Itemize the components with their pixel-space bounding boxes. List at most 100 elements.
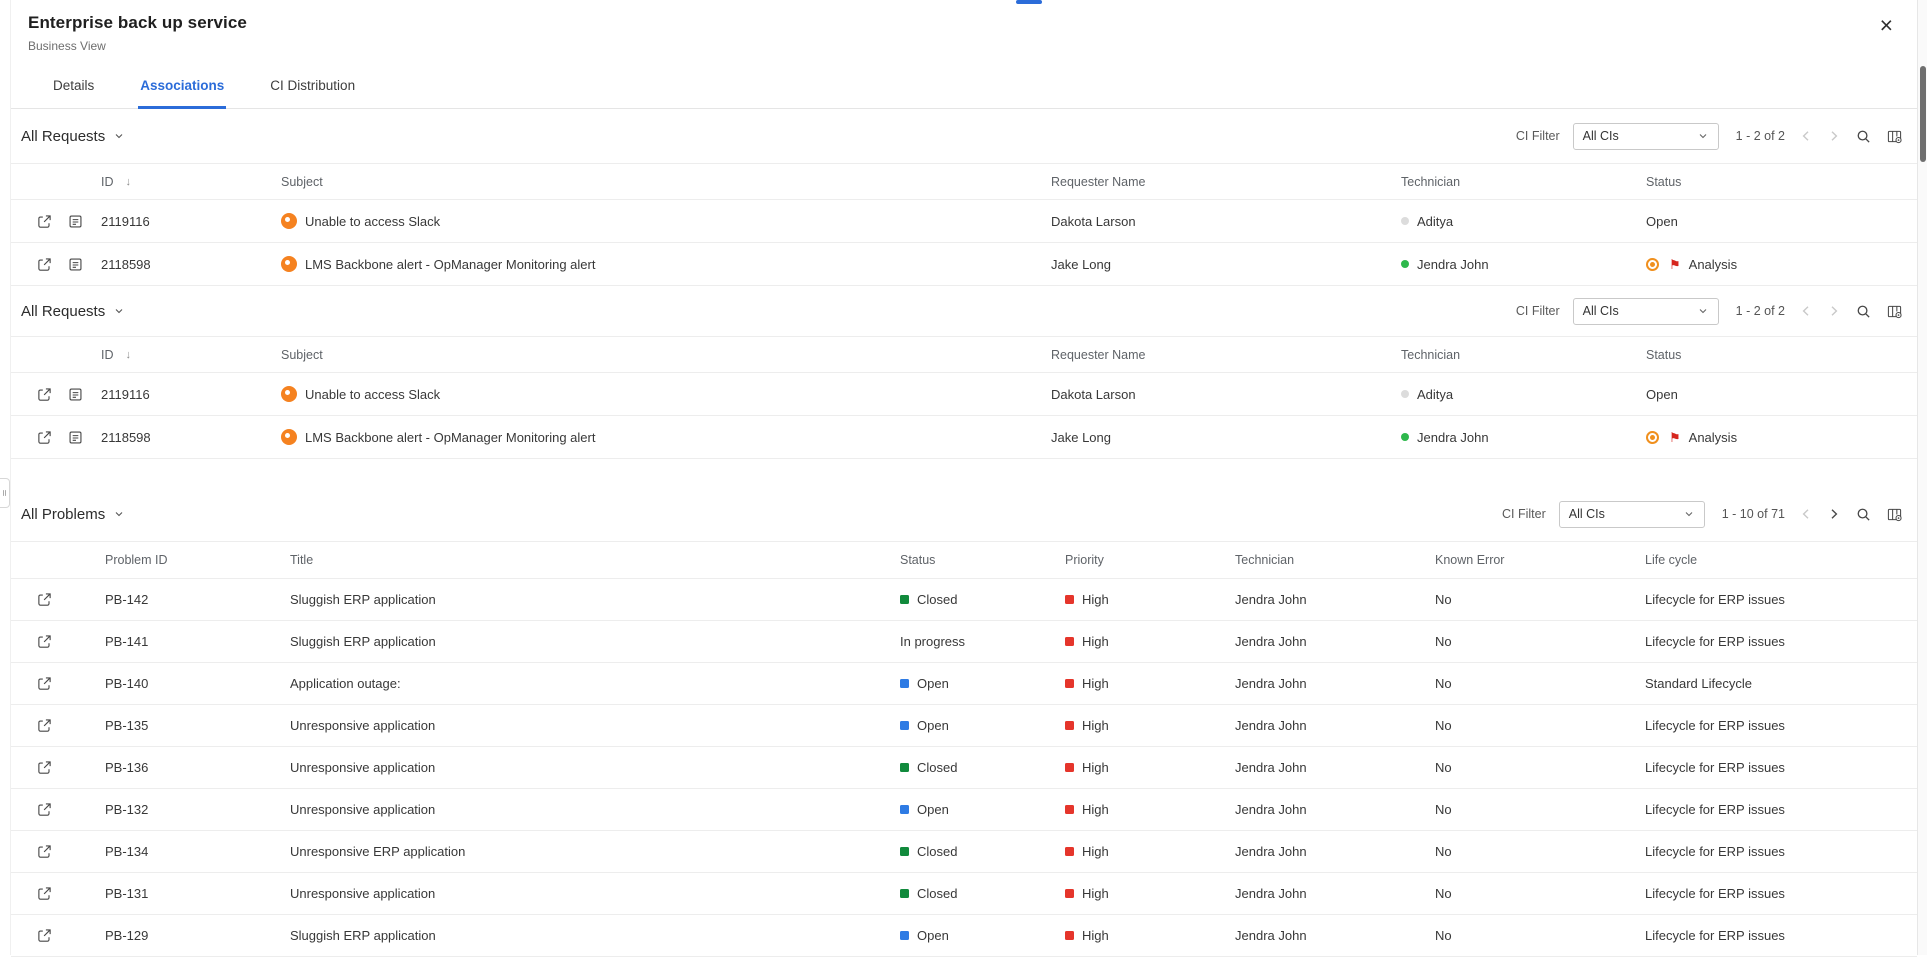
- open-in-new-icon[interactable]: [35, 801, 53, 819]
- request-row[interactable]: 2118598 LMS Backbone alert - OpManager M…: [11, 416, 1917, 459]
- request-subject: Unable to access Slack: [305, 214, 440, 229]
- next-page-icon[interactable]: [1826, 304, 1841, 319]
- open-in-new-icon[interactable]: [35, 675, 53, 693]
- chevron-down-icon: [1697, 305, 1709, 317]
- panel-collapse-handle[interactable]: [0, 478, 10, 508]
- chevron-down-icon: [113, 508, 125, 520]
- search-icon[interactable]: [1854, 302, 1872, 320]
- column-chooser-icon[interactable]: [1885, 505, 1903, 523]
- open-in-new-icon[interactable]: [35, 255, 53, 273]
- row-actions: [35, 591, 105, 609]
- open-in-new-icon[interactable]: [35, 717, 53, 735]
- request-details-icon[interactable]: [66, 428, 84, 446]
- technician-name: Jendra John: [1417, 257, 1489, 272]
- column-header-subject[interactable]: Subject: [281, 348, 1051, 362]
- request-details-icon[interactable]: [66, 212, 84, 230]
- problem-title: Unresponsive application: [290, 760, 900, 775]
- requester-name: Dakota Larson: [1051, 387, 1401, 402]
- problem-priority: High: [1082, 928, 1109, 943]
- column-header-title[interactable]: Title: [290, 553, 900, 567]
- problem-row[interactable]: PB-132 Unresponsive application Open Hig…: [11, 789, 1917, 831]
- all-requests-section-2: All Requests CI Filter All CIs 1 - 2 of …: [11, 286, 1917, 459]
- request-id: 2119116: [101, 387, 281, 402]
- prev-page-icon[interactable]: [1798, 129, 1813, 144]
- column-header-id[interactable]: ID↓: [101, 348, 281, 362]
- open-in-new-icon[interactable]: [35, 428, 53, 446]
- technician-name: Jendra John: [1417, 430, 1489, 445]
- problem-id: PB-142: [105, 592, 290, 607]
- column-header-requester[interactable]: Requester Name: [1051, 175, 1401, 189]
- prev-page-icon[interactable]: [1798, 304, 1813, 319]
- ci-filter-select[interactable]: All CIs: [1573, 123, 1719, 150]
- open-in-new-icon[interactable]: [35, 385, 53, 403]
- ci-filter-select[interactable]: All CIs: [1559, 501, 1705, 528]
- requests-section-dropdown[interactable]: All Requests: [21, 128, 125, 145]
- open-in-new-icon[interactable]: [35, 843, 53, 861]
- problems-section-dropdown[interactable]: All Problems: [21, 506, 125, 523]
- problem-row[interactable]: PB-134 Unresponsive ERP application Clos…: [11, 831, 1917, 873]
- open-in-new-icon[interactable]: [35, 212, 53, 230]
- problem-row[interactable]: PB-131 Unresponsive application Closed H…: [11, 873, 1917, 915]
- column-header-requester[interactable]: Requester Name: [1051, 348, 1401, 362]
- requester-name: Jake Long: [1051, 257, 1401, 272]
- tab-associations[interactable]: Associations: [138, 68, 226, 109]
- column-header-technician[interactable]: Technician: [1235, 553, 1435, 567]
- known-error: No: [1435, 592, 1645, 607]
- open-in-new-icon[interactable]: [35, 885, 53, 903]
- row-actions: [35, 759, 105, 777]
- column-header-technician[interactable]: Technician: [1401, 175, 1646, 189]
- open-in-new-icon[interactable]: [35, 927, 53, 945]
- problem-row[interactable]: PB-135 Unresponsive application Open Hig…: [11, 705, 1917, 747]
- column-header-subject[interactable]: Subject: [281, 175, 1051, 189]
- life-cycle: Lifecycle for ERP issues: [1645, 928, 1917, 943]
- column-header-known-error[interactable]: Known Error: [1435, 553, 1645, 567]
- close-icon[interactable]: ×: [1880, 14, 1893, 37]
- column-header-id[interactable]: ID↓: [101, 175, 281, 189]
- column-header-status[interactable]: Status: [1646, 175, 1917, 189]
- problem-status-cell: In progress: [900, 634, 1065, 649]
- problem-status-cell: Open: [900, 928, 1065, 943]
- problem-row[interactable]: PB-140 Application outage: Open High Jen…: [11, 663, 1917, 705]
- problem-row[interactable]: PB-142 Sluggish ERP application Closed H…: [11, 579, 1917, 621]
- requester-name: Jake Long: [1051, 430, 1401, 445]
- next-page-icon[interactable]: [1826, 507, 1841, 522]
- open-in-new-icon[interactable]: [35, 633, 53, 651]
- scrollbar-thumb[interactable]: [1920, 66, 1926, 162]
- sort-desc-icon: ↓: [126, 349, 132, 361]
- column-header-technician[interactable]: Technician: [1401, 348, 1646, 362]
- problem-status-cell: Closed: [900, 844, 1065, 859]
- chevron-down-icon: [113, 130, 125, 142]
- column-chooser-icon[interactable]: [1885, 302, 1903, 320]
- business-view-panel: × Enterprise back up service Business Vi…: [10, 0, 1917, 955]
- tab-ci-distribution[interactable]: CI Distribution: [268, 68, 357, 109]
- problem-row[interactable]: PB-136 Unresponsive application Closed H…: [11, 747, 1917, 789]
- tab-details[interactable]: Details: [51, 68, 96, 109]
- request-details-icon[interactable]: [66, 255, 84, 273]
- request-row[interactable]: 2119116 Unable to access Slack Dakota La…: [11, 200, 1917, 243]
- column-header-priority[interactable]: Priority: [1065, 553, 1235, 567]
- problem-row[interactable]: PB-141 Sluggish ERP application In progr…: [11, 621, 1917, 663]
- problem-priority: High: [1082, 592, 1109, 607]
- request-details-icon[interactable]: [66, 385, 84, 403]
- search-icon[interactable]: [1854, 127, 1872, 145]
- column-header-status[interactable]: Status: [1646, 348, 1917, 362]
- column-header-life-cycle[interactable]: Life cycle: [1645, 553, 1917, 567]
- request-subject-cell: LMS Backbone alert - OpManager Monitorin…: [281, 256, 1051, 272]
- problem-row[interactable]: PB-129 Sluggish ERP application Open Hig…: [11, 915, 1917, 957]
- request-row[interactable]: 2118598 LMS Backbone alert - OpManager M…: [11, 243, 1917, 286]
- problem-priority-cell: High: [1065, 928, 1235, 943]
- column-header-status[interactable]: Status: [900, 553, 1065, 567]
- vertical-scrollbar[interactable]: [1917, 0, 1927, 955]
- ci-filter-select[interactable]: All CIs: [1573, 298, 1719, 325]
- prev-page-icon[interactable]: [1798, 507, 1813, 522]
- search-icon[interactable]: [1854, 505, 1872, 523]
- next-page-icon[interactable]: [1826, 129, 1841, 144]
- open-in-new-icon[interactable]: [35, 759, 53, 777]
- column-chooser-icon[interactable]: [1885, 127, 1903, 145]
- request-row[interactable]: 2119116 Unable to access Slack Dakota La…: [11, 373, 1917, 416]
- section-header: All Problems CI Filter All CIs 1 - 10 of…: [11, 487, 1917, 541]
- column-header-problem-id[interactable]: Problem ID: [105, 553, 290, 567]
- request-subject-cell: Unable to access Slack: [281, 213, 1051, 229]
- open-in-new-icon[interactable]: [35, 591, 53, 609]
- requests-section-dropdown[interactable]: All Requests: [21, 303, 125, 320]
